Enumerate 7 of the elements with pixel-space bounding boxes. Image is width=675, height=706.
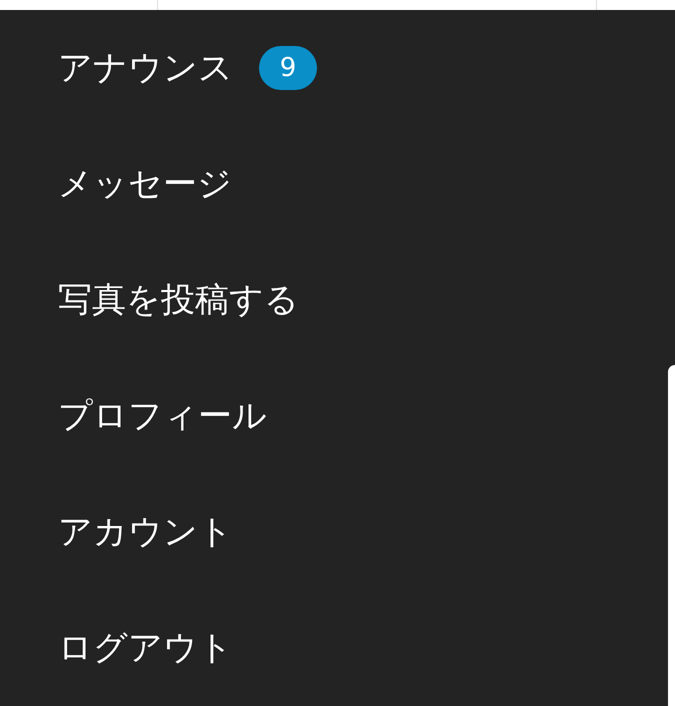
- menu-item[interactable]: ログアウト: [58, 625, 233, 671]
- menu-item[interactable]: プロフィール: [58, 393, 267, 439]
- count-badge: 9: [259, 46, 317, 90]
- menu-item[interactable]: アカウント: [58, 509, 233, 555]
- menu-item[interactable]: 写真を投稿する: [58, 277, 299, 323]
- menu-item[interactable]: メッセージ: [58, 161, 232, 207]
- menu-item[interactable]: アナウンス: [58, 45, 233, 91]
